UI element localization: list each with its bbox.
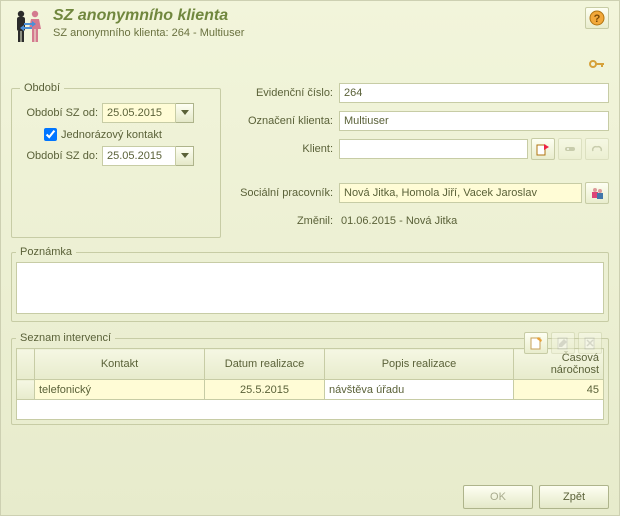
intervention-edit-button [551, 332, 575, 354]
single-contact-label: Jednorázový kontakt [61, 129, 162, 141]
klient-link-button [585, 138, 609, 160]
intervention-add-button[interactable] [524, 332, 548, 354]
evidence-field[interactable] [339, 83, 609, 103]
col-datum[interactable]: Datum realizace [205, 349, 325, 380]
page-subtitle: SZ anonymního klienta: 264 - Multiuser [53, 27, 585, 39]
table-row[interactable]: telefonický 25.5.2015 návštěva úřadu 45 [17, 380, 604, 400]
row-header-col [17, 349, 35, 380]
period-to-input[interactable] [102, 146, 176, 166]
oznaceni-label: Označení klienta: [229, 115, 339, 127]
cell-cas[interactable]: 45 [514, 380, 604, 400]
table-header-row: Kontakt Datum realizace Popis realizace … [17, 349, 604, 380]
cell-datum[interactable]: 25.5.2015 [205, 380, 325, 400]
svg-text:?: ? [594, 13, 601, 25]
intervention-delete-button [578, 332, 602, 354]
period-to-dropdown[interactable] [176, 146, 194, 166]
header: SZ anonymního klienta SZ anonymního klie… [1, 1, 619, 55]
klient-field[interactable] [339, 139, 528, 159]
interventions-fieldset: Seznam intervencí Kontakt Datum realizac… [11, 332, 609, 425]
col-popis[interactable]: Popis realizace [325, 349, 514, 380]
period-from-input[interactable] [102, 103, 176, 123]
period-from-dropdown[interactable] [176, 103, 194, 123]
pracovnik-pick-button[interactable] [585, 182, 609, 204]
evidence-label: Evidenční číslo: [229, 87, 339, 99]
interventions-legend: Seznam intervencí [16, 332, 115, 344]
oznaceni-field[interactable] [339, 111, 609, 131]
period-to-label: Období SZ do: [20, 150, 102, 162]
klient-config-button [558, 138, 582, 160]
footer-buttons: OK Zpět [463, 485, 609, 509]
help-button[interactable]: ? [585, 7, 609, 29]
col-kontakt[interactable]: Kontakt [35, 349, 205, 380]
back-button[interactable]: Zpět [539, 485, 609, 509]
interventions-table[interactable]: Kontakt Datum realizace Popis realizace … [16, 348, 604, 420]
note-legend: Poznámka [16, 246, 76, 258]
row-handle[interactable] [17, 380, 35, 400]
note-fieldset: Poznámka [11, 246, 609, 322]
period-from-label: Období SZ od: [20, 107, 102, 119]
klient-pick-button[interactable] [531, 138, 555, 160]
pracovnik-label: Sociální pracovník: [229, 187, 339, 199]
zmenil-value: 01.06.2015 - Nová Jitka [339, 215, 457, 227]
note-textarea[interactable] [16, 262, 604, 314]
cell-popis[interactable]: návštěva úřadu [325, 380, 514, 400]
page-title: SZ anonymního klienta [53, 7, 585, 25]
ok-button: OK [463, 485, 533, 509]
zmenil-label: Změnil: [229, 215, 339, 227]
period-legend: Období [20, 82, 64, 94]
period-fieldset: Období Období SZ od: Jednorázový kontakt… [11, 82, 221, 238]
cell-kontakt[interactable]: telefonický [35, 380, 205, 400]
pracovnik-field[interactable] [339, 183, 582, 203]
main-form: Evidenční číslo: Označení klienta: Klien… [229, 82, 609, 238]
table-empty-area [17, 400, 604, 420]
klient-label: Klient: [229, 143, 339, 155]
key-button[interactable] [587, 55, 607, 73]
people-exchange-icon [11, 7, 45, 47]
single-contact-checkbox[interactable] [44, 128, 57, 141]
dialog-window: SZ anonymního klienta SZ anonymního klie… [0, 0, 620, 516]
